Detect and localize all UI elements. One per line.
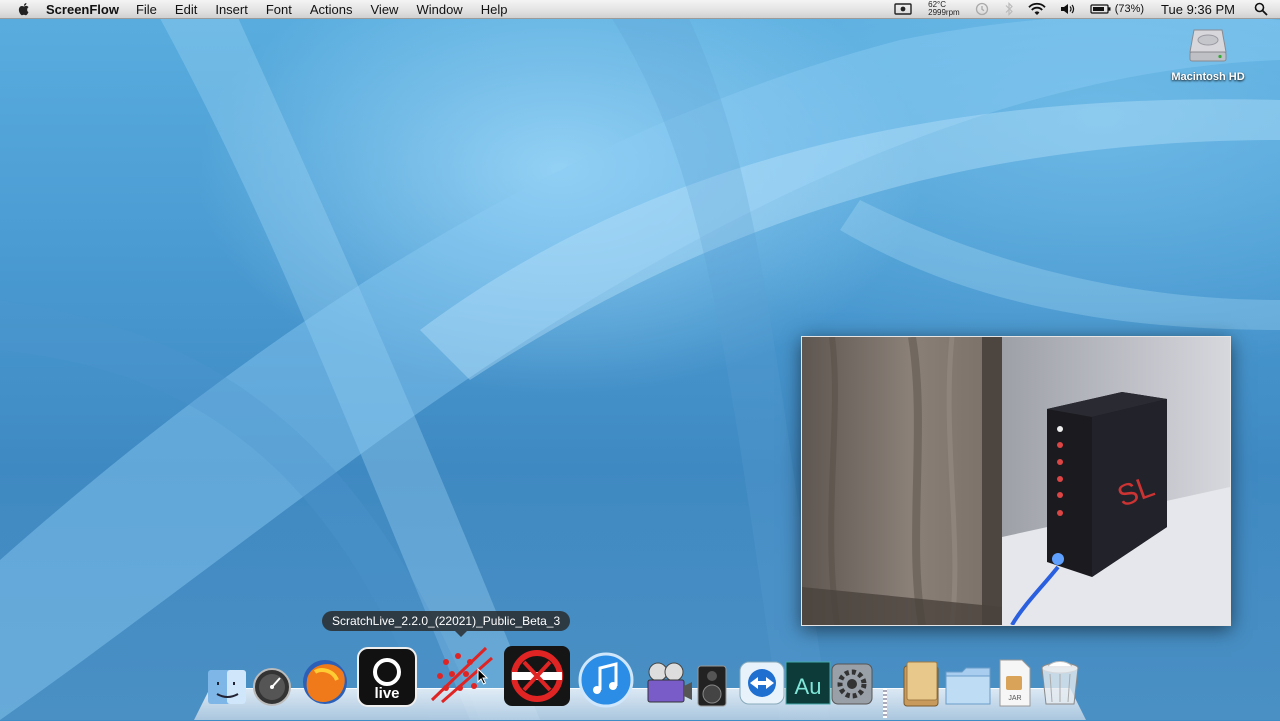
menu-window[interactable]: Window xyxy=(416,2,462,17)
menu-insert[interactable]: Insert xyxy=(215,2,248,17)
speaker-icon[interactable] xyxy=(692,652,732,708)
apple-menu-icon[interactable] xyxy=(16,1,32,17)
menu-bar: ScreenFlow File Edit Insert Font Actions… xyxy=(0,0,1280,19)
menu-edit[interactable]: Edit xyxy=(175,2,197,17)
macintosh-hd-label: Macintosh HD xyxy=(1171,71,1245,83)
serato-scratchlive-icon[interactable] xyxy=(502,644,572,708)
mouse-pointer-icon xyxy=(477,667,489,691)
macintosh-hd[interactable]: Macintosh HD xyxy=(1166,24,1250,83)
wifi-icon[interactable] xyxy=(1028,2,1046,16)
battery-icon xyxy=(1090,4,1111,14)
webcam-photo: SL xyxy=(802,337,1230,625)
screen-record-icon[interactable] xyxy=(894,3,912,15)
menu-app-name[interactable]: ScreenFlow xyxy=(46,2,119,17)
dock-tooltip: ScratchLive_2.2.0_(22021)_Public_Beta_3 xyxy=(322,611,571,637)
time-machine-icon[interactable] xyxy=(974,2,990,16)
audition-icon-label: Au xyxy=(795,674,822,699)
dashboard-icon[interactable] xyxy=(244,652,300,708)
live-icon-label: live xyxy=(374,685,399,702)
bluetooth-icon[interactable] xyxy=(1004,2,1014,16)
hard-drive-icon xyxy=(1189,29,1227,62)
volume-icon[interactable] xyxy=(1060,2,1076,16)
menu-file[interactable]: File xyxy=(136,2,157,17)
battery-status[interactable]: (73%) xyxy=(1090,3,1144,15)
ableton-live-icon[interactable]: live xyxy=(356,646,418,708)
webcam-overlay: SL xyxy=(801,336,1231,626)
itunes-icon[interactable] xyxy=(576,650,636,710)
trash-icon[interactable] xyxy=(1032,652,1088,708)
temperature-monitor[interactable]: 62°C 2999rpm xyxy=(926,1,960,17)
menu-help[interactable]: Help xyxy=(481,2,508,17)
fan-speed-value: 2999rpm xyxy=(928,8,960,17)
dock-separator xyxy=(883,688,887,718)
battery-percent: (73%) xyxy=(1114,3,1145,15)
menu-view[interactable]: View xyxy=(371,2,399,17)
menu-clock[interactable]: Tue 9:36 PM xyxy=(1161,2,1235,17)
system-preferences-icon[interactable] xyxy=(824,652,880,708)
spotlight-search-icon[interactable] xyxy=(1254,2,1268,16)
jar-icon-label: JAR xyxy=(1008,695,1021,702)
imovie-icon[interactable] xyxy=(638,652,694,708)
menu-actions[interactable]: Actions xyxy=(310,2,353,17)
menu-font[interactable]: Font xyxy=(266,2,292,17)
firefox-icon[interactable] xyxy=(297,652,353,708)
